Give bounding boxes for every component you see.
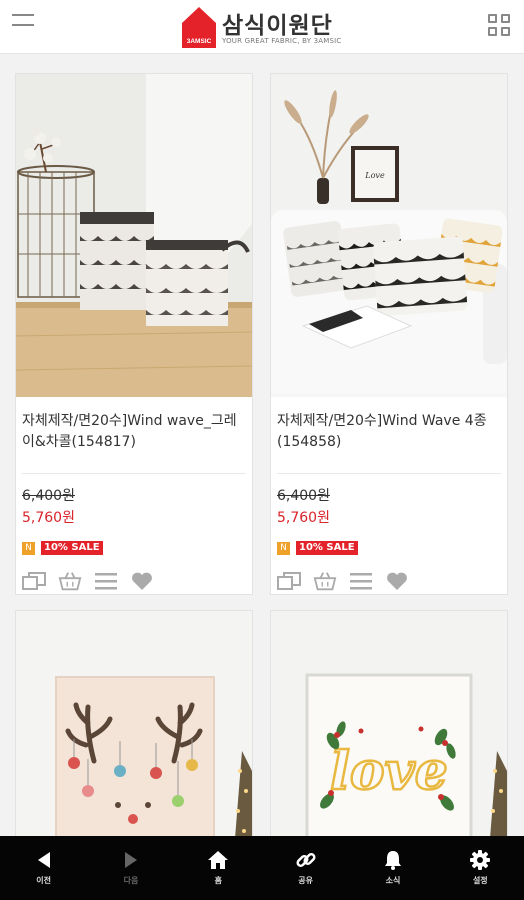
heart-icon[interactable] xyxy=(385,570,409,592)
app-header: 3AMSIC 삼식이원단 YOUR GREAT FABRIC, BY 3AMSI… xyxy=(0,0,524,54)
back-icon xyxy=(33,850,55,870)
nav-share-button[interactable]: 공유 xyxy=(262,836,349,900)
nav-label: 홈 xyxy=(214,876,222,885)
nav-label: 다음 xyxy=(123,876,139,885)
product-image[interactable] xyxy=(16,74,252,397)
sale-badge: 10% SALE xyxy=(296,541,358,555)
nav-back-button[interactable]: 이전 xyxy=(0,836,87,900)
new-badge: N xyxy=(22,541,35,555)
new-badge: N xyxy=(277,541,290,555)
compare-icon[interactable] xyxy=(22,570,46,592)
grid-view-icon[interactable] xyxy=(488,14,512,38)
sale-badge: 10% SALE xyxy=(41,541,103,555)
bell-icon xyxy=(382,850,404,870)
badge-row: N 10% SALE xyxy=(277,540,501,556)
nav-news-button[interactable]: 소식 xyxy=(349,836,436,900)
product-name[interactable]: 자체제작/면20수]Wind wave_그레이&차콜(154817) xyxy=(16,397,252,461)
frame-script: Love xyxy=(364,171,385,180)
product-card[interactable]: 자체제작/면20수]Wind wave_그레이&차콜(154817) 6,400… xyxy=(15,73,253,595)
list-icon[interactable] xyxy=(349,570,373,592)
compare-icon[interactable] xyxy=(277,570,301,592)
original-price: 6,400원 xyxy=(22,488,75,504)
cart-icon[interactable] xyxy=(313,570,337,592)
nav-label: 설정 xyxy=(472,876,488,885)
list-icon[interactable] xyxy=(94,570,118,592)
product-actions xyxy=(277,568,501,594)
brand-tagline: YOUR GREAT FABRIC, BY 3AMSIC xyxy=(222,37,342,45)
nav-label: 공유 xyxy=(298,876,314,885)
card-divider xyxy=(22,473,246,474)
nav-settings-button[interactable]: 설정 xyxy=(437,836,524,900)
product-image[interactable]: Love xyxy=(271,74,507,397)
nav-home-button[interactable]: 홈 xyxy=(175,836,262,900)
link-icon xyxy=(295,850,317,870)
nav-label: 이전 xyxy=(36,876,52,885)
nav-forward-button[interactable]: 다음 xyxy=(87,836,174,900)
gear-icon xyxy=(469,850,491,870)
badge-row: N 10% SALE xyxy=(22,540,246,556)
product-card[interactable] xyxy=(15,610,253,836)
bottom-navigation: 이전 다음 홈 공유 소식 설정 xyxy=(0,836,524,900)
forward-icon xyxy=(120,850,142,870)
product-image[interactable]: love xyxy=(271,611,507,836)
card-divider xyxy=(277,473,501,474)
artwork-love-text: love xyxy=(330,741,448,802)
logo-mark-text: 3AMSIC xyxy=(187,38,212,45)
brand-name: 삼식이원단 xyxy=(222,13,333,39)
product-card[interactable]: love xyxy=(270,610,508,836)
product-actions xyxy=(22,568,246,594)
brand-logo[interactable]: 3AMSIC 삼식이원단 YOUR GREAT FABRIC, BY 3AMSI… xyxy=(181,5,351,51)
hamburger-menu-icon[interactable] xyxy=(12,14,38,36)
house-logo-icon: 3AMSIC xyxy=(182,7,216,48)
product-card[interactable]: Love 자체제작/면20수]Wind Wave 4종(154858) 6,40… xyxy=(270,73,508,595)
original-price: 6,400원 xyxy=(277,488,330,504)
cart-icon[interactable] xyxy=(58,570,82,592)
product-list[interactable]: 자체제작/면20수]Wind wave_그레이&차콜(154817) 6,400… xyxy=(0,55,524,836)
heart-icon[interactable] xyxy=(130,570,154,592)
product-name[interactable]: 자체제작/면20수]Wind Wave 4종(154858) xyxy=(271,397,507,461)
product-image[interactable] xyxy=(16,611,252,836)
sale-price: 5,760원 xyxy=(277,510,330,526)
nav-label: 소식 xyxy=(385,876,401,885)
sale-price: 5,760원 xyxy=(22,510,75,526)
home-icon xyxy=(207,850,229,870)
